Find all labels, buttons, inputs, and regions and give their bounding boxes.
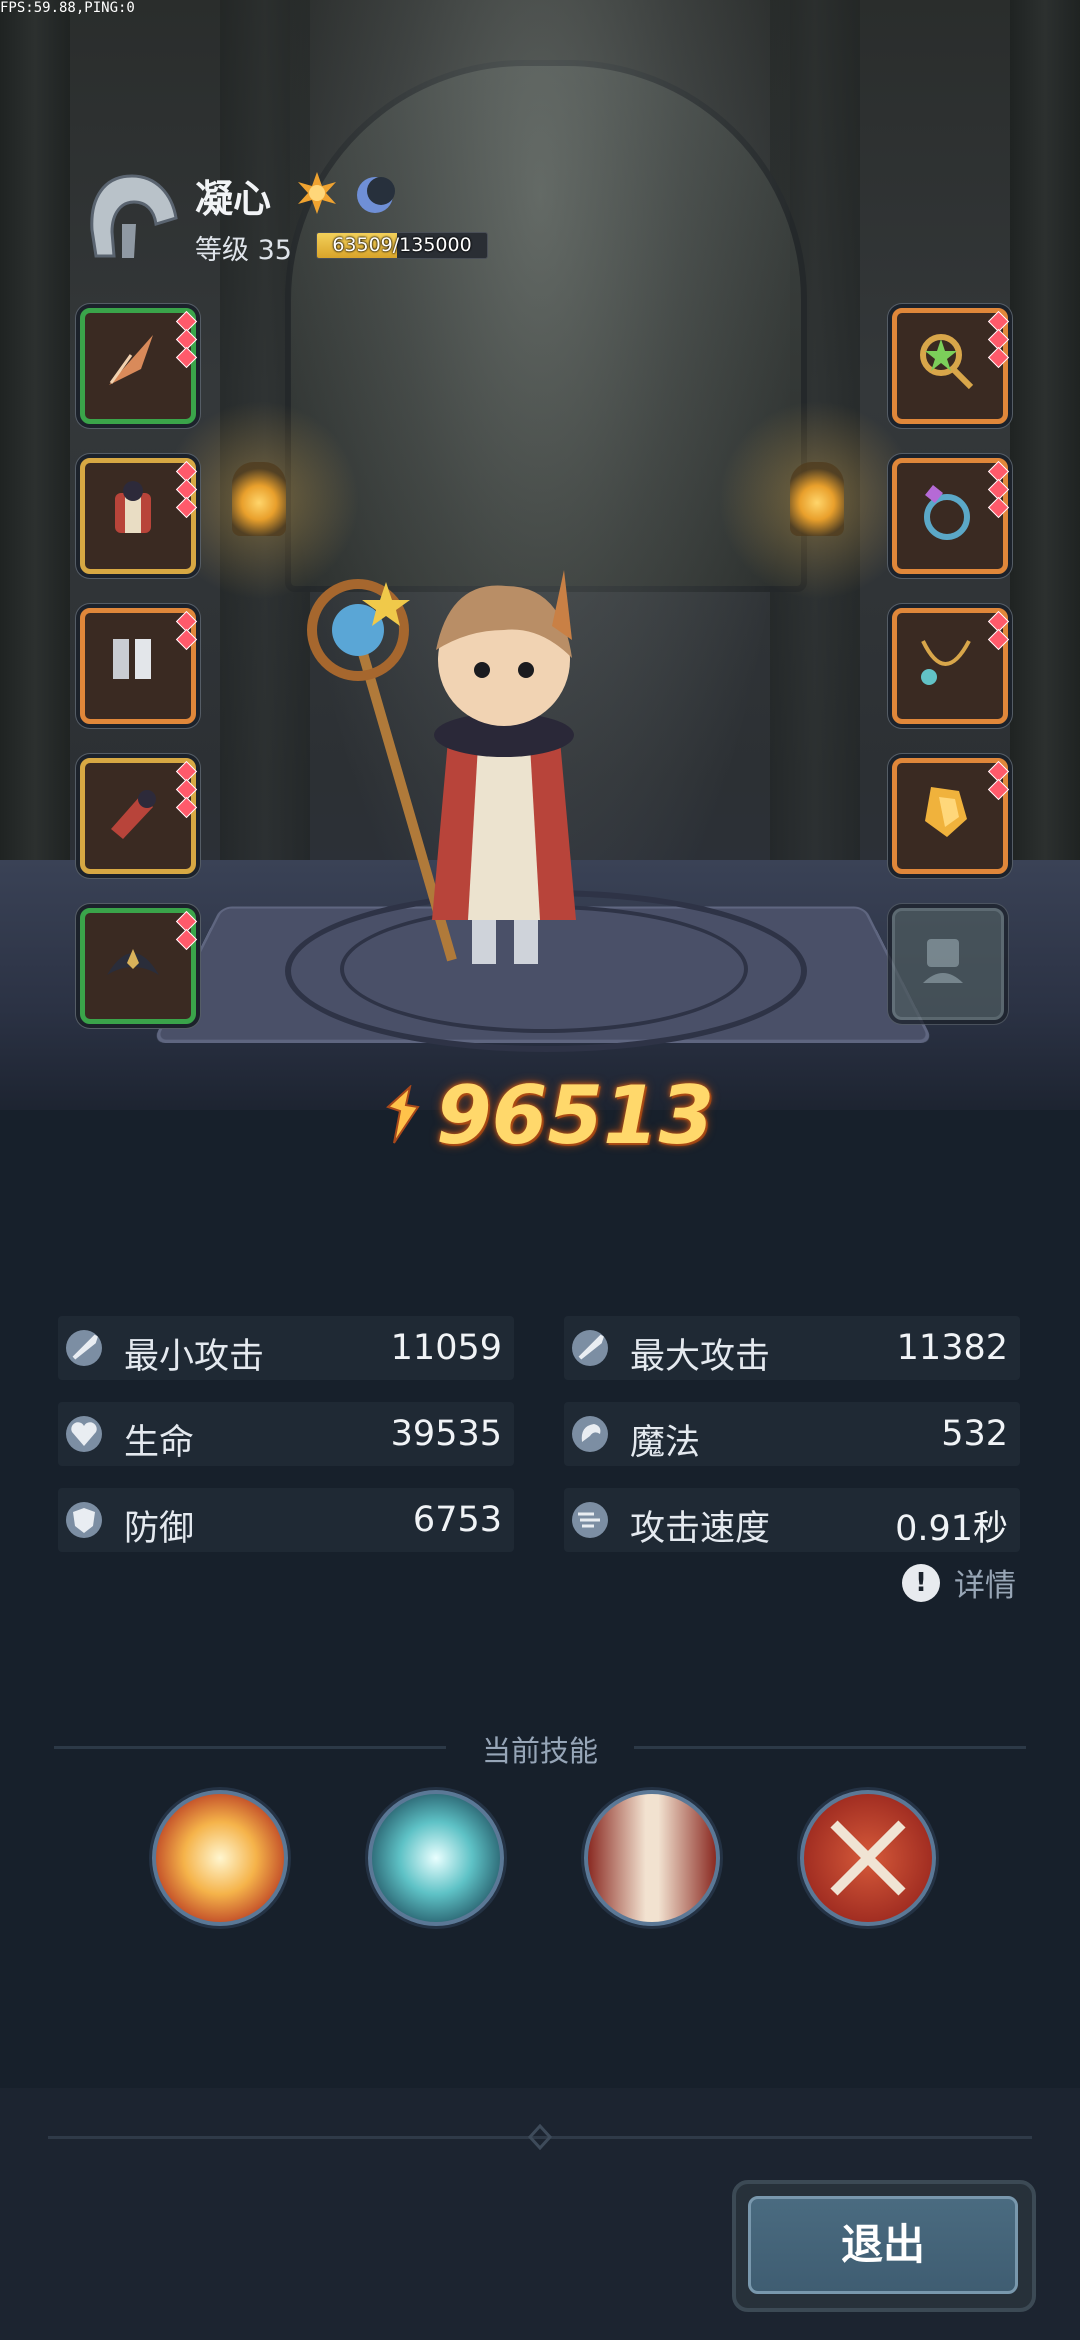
heart-icon (66, 1416, 102, 1452)
stat-value: 0.91秒 (895, 1509, 1008, 1549)
combat-power-value: 96513 (436, 1068, 715, 1162)
stat-value: 11382 (896, 1328, 1008, 1368)
stat-value: 532 (941, 1414, 1008, 1454)
empty-slot-icon (923, 939, 963, 983)
frost-orb-skill-icon[interactable] (368, 1790, 504, 1926)
divider-ornament-icon (527, 2124, 553, 2150)
stat-label: 攻击速度 (630, 1509, 771, 1549)
stat-label: 生命 (124, 1423, 195, 1463)
detail-label: 详情 (954, 1568, 1016, 1604)
shield-icon (66, 1502, 102, 1538)
helmet-icon[interactable] (82, 168, 182, 268)
power-fist-icon (386, 1085, 420, 1144)
exit-button[interactable]: 退出 (732, 2180, 1036, 2312)
pillar-skill-icon[interactable] (584, 1790, 720, 1926)
stat-label: 防御 (124, 1509, 195, 1549)
necklace-icon (921, 640, 971, 685)
hood-icon (107, 949, 159, 975)
stat-defense: 防御 6753 (58, 1488, 514, 1552)
sword-icon (66, 1330, 102, 1366)
equip-slot-necklace[interactable] (892, 608, 1010, 724)
equip-slot-staff[interactable] (892, 308, 1010, 424)
right-lamp-icon (790, 462, 844, 536)
upgrade-pips (175, 610, 198, 651)
hero-character[interactable] (300, 530, 680, 990)
sun-badge-icon[interactable] (294, 170, 340, 216)
stat-label: 最大攻击 (630, 1337, 771, 1377)
stat-label: 魔法 (630, 1423, 701, 1463)
stat-value: 6753 (412, 1500, 502, 1540)
upgrade-pips (987, 760, 1010, 801)
equip-slot-empty[interactable] (892, 908, 1004, 1020)
xp-bar: 63509/135000 (316, 232, 488, 259)
upgrade-pips (987, 610, 1010, 651)
equip-slot-crystal[interactable] (892, 758, 1010, 874)
upgrade-pips (175, 460, 198, 519)
left-wall (0, 0, 70, 900)
equip-slot-armor[interactable] (80, 458, 198, 574)
stat-mp: 魔法 532 (564, 1402, 1020, 1466)
detail-button[interactable]: ! 详情 (902, 1560, 1016, 1605)
upgrade-pips (175, 760, 198, 819)
stat-value: 39535 (390, 1414, 502, 1454)
explosion-skill-icon[interactable] (152, 1790, 288, 1926)
left-lamp-icon (232, 462, 286, 536)
ring-icon (924, 485, 970, 540)
stat-max-attack: 最大攻击 11382 (564, 1316, 1020, 1380)
equip-slot-boots[interactable] (80, 608, 198, 724)
bracer-icon (111, 790, 156, 839)
upgrade-pips (987, 460, 1010, 519)
stat-min-attack: 最小攻击 11059 (58, 1316, 514, 1380)
info-icon: ! (902, 1563, 940, 1602)
player-name: 凝心 (195, 177, 272, 221)
stat-value: 11059 (390, 1328, 502, 1368)
upgrade-pips (987, 310, 1010, 369)
feather-icon (109, 335, 153, 385)
equip-slot-weapon[interactable] (80, 308, 198, 424)
player-level: 等级 35 (195, 235, 292, 266)
equip-slot-hood[interactable] (80, 908, 198, 1024)
upgrade-pips (175, 310, 198, 369)
stat-hp: 生命 39535 (58, 1402, 514, 1466)
crossed-axes-icon (830, 1820, 906, 1896)
boots-icon (113, 639, 151, 679)
stat-attack-speed: 攻击速度 0.91秒 (564, 1488, 1020, 1552)
sword-icon (572, 1330, 608, 1366)
stat-label: 最小攻击 (124, 1337, 265, 1377)
combat-power: 96513 (380, 1060, 714, 1170)
skills-title: 当前技能 (481, 1734, 598, 1768)
crystal-icon (925, 787, 967, 837)
xp-text: 63509/135000 (332, 234, 472, 256)
speed-icon (572, 1502, 608, 1538)
right-wall (1010, 0, 1080, 900)
moon-badge-icon[interactable] (352, 172, 398, 218)
equip-slot-bracer[interactable] (80, 758, 198, 874)
upgrade-pips (175, 910, 198, 951)
staff-orb-icon (920, 334, 974, 390)
magic-icon (572, 1416, 608, 1452)
fps-counter: FPS:59.88,PING:0 (0, 0, 135, 16)
robe-armor-icon (115, 481, 151, 533)
crossed-axes-skill-icon[interactable] (800, 1790, 936, 1926)
exit-button-label: 退出 (748, 2196, 1018, 2294)
equip-slot-ring[interactable] (892, 458, 1010, 574)
